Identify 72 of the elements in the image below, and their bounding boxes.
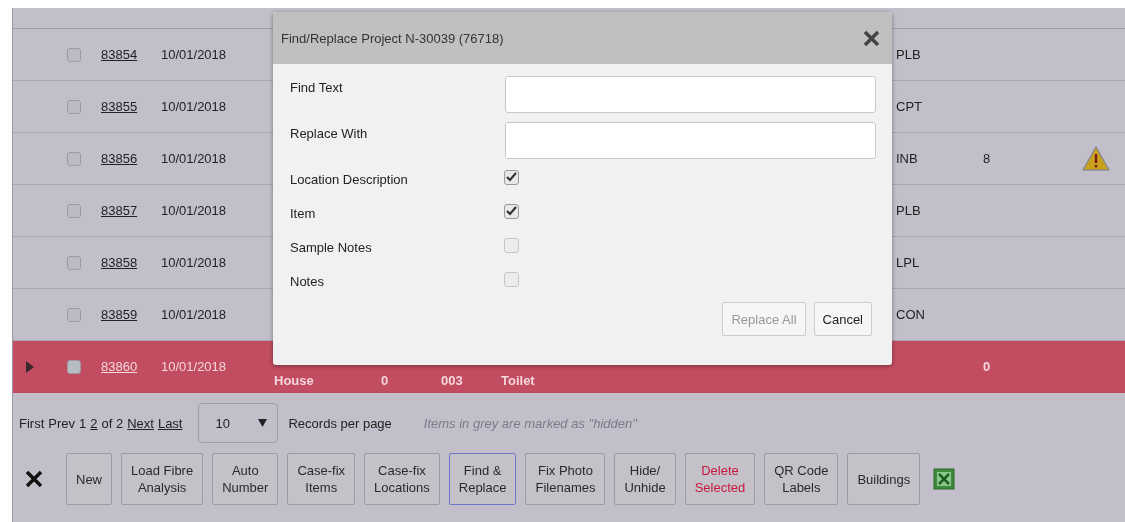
code-cell-text: INB (896, 151, 919, 166)
code-cell-text: PLB (896, 47, 922, 62)
toolbar-button[interactable]: New (66, 453, 112, 505)
sample-id-link[interactable]: 83855 (101, 99, 161, 114)
pager-text: First (19, 415, 45, 431)
sample-id-link[interactable]: 83859 (101, 307, 161, 322)
toolbar-button[interactable]: Hide/ Unhide (614, 453, 676, 505)
page-size-label: Records per page (288, 415, 392, 431)
row-checkbox[interactable] (66, 359, 81, 374)
close-icon[interactable] (863, 29, 880, 47)
option-checkbox[interactable] (504, 271, 519, 287)
item-cell-text: Toilet (501, 373, 536, 390)
text-input[interactable] (505, 76, 876, 113)
page-size-select[interactable]: 10 (198, 403, 279, 443)
option-checkbox[interactable] (504, 169, 519, 185)
option-label: Item (290, 204, 317, 221)
toolbar-button[interactable]: Case-fix Items (287, 453, 356, 505)
date-cell-text: 10/01/2018 (161, 151, 228, 166)
location-cell-text: House (274, 373, 315, 390)
code-cell-text: CPT (896, 99, 923, 114)
pager-text: Prev (48, 415, 75, 431)
date-cell-text: 10/01/2018 (161, 203, 228, 218)
pager-text: 1 (79, 415, 87, 431)
date-cell-text: 10/01/2018 (161, 359, 228, 374)
row-checkbox[interactable] (66, 151, 81, 166)
close-icon[interactable] (25, 470, 43, 488)
table-cell-text: 0 (381, 373, 390, 390)
toolbar-button[interactable]: Buildings (847, 453, 921, 505)
sample-id-link[interactable]: 83860 (101, 359, 161, 374)
sample-id-link[interactable]: 83857 (101, 203, 161, 218)
toolbar-button[interactable]: Fix Photo Filenames (525, 453, 606, 505)
date-cell-text: 10/01/2018 (161, 307, 228, 322)
row-checkbox[interactable] (66, 255, 81, 270)
row-checkbox[interactable] (66, 99, 81, 114)
code-cell-text: PLB (896, 203, 922, 218)
toolbar-button[interactable]: Load Fibre Analysis (121, 453, 204, 505)
dialog-button[interactable]: Cancel (813, 302, 872, 336)
toolbar-button[interactable]: QR Code Labels (764, 453, 839, 505)
pager-text: of 2 (101, 415, 124, 431)
sample-id-link[interactable]: 83858 (101, 255, 161, 270)
count-cell-text: 8 (982, 151, 992, 166)
field-label: Replace With (290, 125, 369, 141)
date-cell-text: 10/01/2018 (161, 255, 228, 270)
date-cell-text: 10/01/2018 (161, 47, 228, 62)
page-link[interactable]: 2 (90, 415, 98, 431)
option-checkbox[interactable] (504, 237, 519, 253)
toolbar-button[interactable]: Case-fix Locations (364, 453, 440, 505)
text-input[interactable] (505, 122, 876, 159)
dialog-title: Find/Replace Project N-30039 (76718) (281, 30, 504, 46)
hint-text: Items in grey are marked as "hidden" (423, 415, 637, 431)
sample-id-link[interactable]: 83856 (101, 151, 161, 166)
expand-arrow-icon[interactable] (25, 360, 34, 373)
toolbar-button[interactable]: Find & Replace (448, 453, 517, 505)
spreadsheet-icon[interactable] (933, 468, 956, 490)
code-cell-text: CON (896, 307, 926, 322)
code-cell-text: LPL (896, 255, 921, 270)
page-link[interactable]: Last (157, 415, 183, 431)
field-label: Find Text (290, 79, 344, 95)
option-checkbox[interactable] (504, 203, 519, 219)
count-cell-text: 0 (982, 359, 992, 374)
option-label: Location Description (290, 170, 409, 187)
toolbar-button[interactable]: Auto Number (212, 453, 279, 505)
row-checkbox[interactable] (66, 307, 81, 322)
option-label: Notes (290, 272, 325, 289)
table-cell-text: 003 (441, 373, 464, 390)
page-link[interactable]: Next (127, 415, 154, 431)
option-label: Sample Notes (290, 238, 373, 255)
date-cell-text: 10/01/2018 (161, 99, 228, 114)
row-checkbox[interactable] (66, 203, 81, 218)
row-checkbox[interactable] (66, 47, 81, 62)
caret-icon (258, 419, 268, 427)
sample-id-link[interactable]: 83854 (101, 47, 161, 62)
